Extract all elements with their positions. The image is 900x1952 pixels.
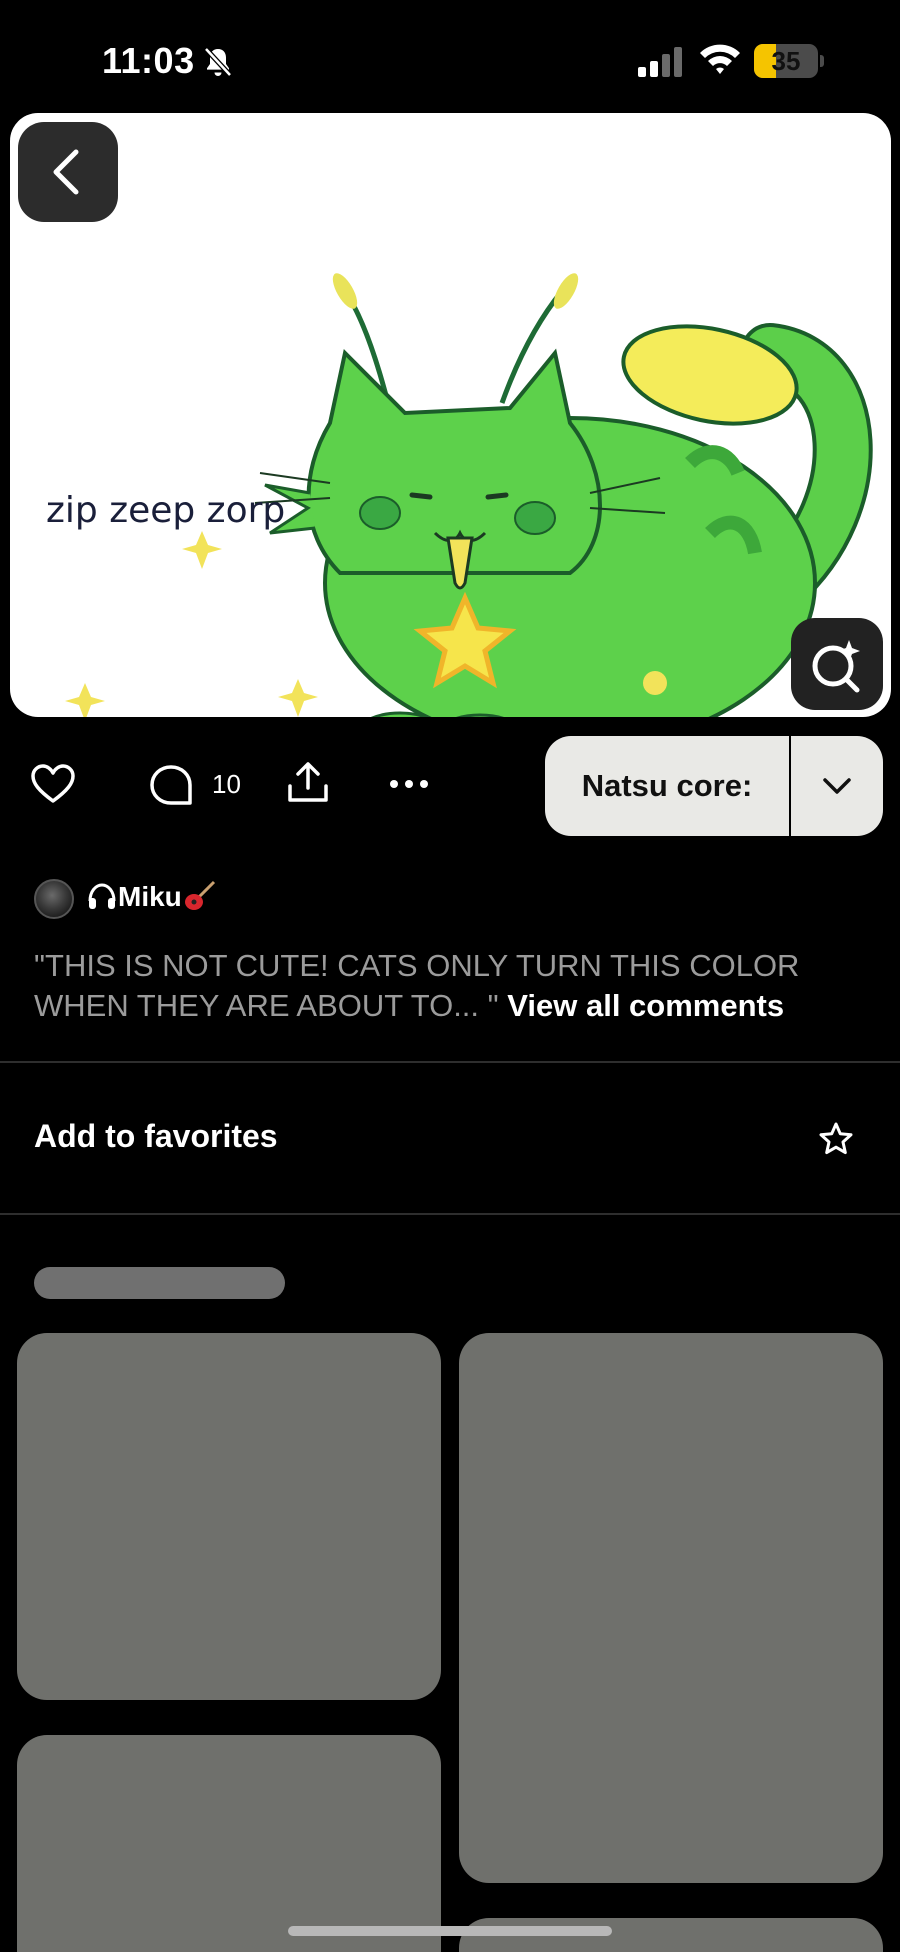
comment-count: 10 xyxy=(212,769,241,799)
battery-icon: 35 xyxy=(754,44,818,78)
add-to-favorites-label[interactable]: Add to favorites xyxy=(34,1118,278,1155)
share-icon[interactable] xyxy=(284,758,332,806)
star-outline-icon[interactable] xyxy=(818,1121,854,1157)
loading-card-placeholder xyxy=(459,1333,883,1883)
wifi-icon xyxy=(700,44,740,74)
view-all-comments-link[interactable]: View all comments xyxy=(507,988,784,1023)
visual-search-button[interactable] xyxy=(791,618,883,710)
green-cat-illustration xyxy=(65,273,873,717)
pin-image[interactable]: zip zeep zorp xyxy=(10,113,891,717)
status-time: 11:03 xyxy=(102,40,195,81)
divider xyxy=(0,1061,900,1063)
cellular-signal-icon xyxy=(638,47,682,77)
loading-title-placeholder xyxy=(34,1267,285,1299)
heart-icon[interactable] xyxy=(30,762,76,808)
more-options-icon[interactable] xyxy=(388,772,430,796)
back-button[interactable] xyxy=(18,122,118,222)
home-indicator[interactable] xyxy=(288,1926,612,1936)
comment-username[interactable]: Miku xyxy=(86,878,218,914)
chevron-left-icon xyxy=(53,149,79,195)
username-text: Miku xyxy=(118,881,182,912)
save-to-board-button[interactable]: Natsu core: xyxy=(545,736,789,836)
battery-percentage: 35 xyxy=(771,46,801,76)
bell-slash-icon xyxy=(204,47,232,77)
guitar-icon xyxy=(184,880,215,910)
image-caption: zip zeep zorp xyxy=(46,490,286,531)
board-dropdown-button[interactable] xyxy=(791,736,883,836)
headphones-icon xyxy=(88,883,116,909)
chevron-down-icon xyxy=(823,778,851,794)
loading-card-placeholder xyxy=(17,1333,441,1700)
comment-preview: "THIS IS NOT CUTE! CATS ONLY TURN THIS C… xyxy=(34,946,874,1026)
avatar[interactable] xyxy=(34,879,74,919)
loading-card-placeholder xyxy=(17,1735,441,1952)
battery-nub xyxy=(820,55,824,67)
status-bar: 11:03 35 xyxy=(0,0,900,112)
visual-search-sparkle-icon xyxy=(812,640,860,693)
comment-icon[interactable] xyxy=(148,762,194,808)
divider xyxy=(0,1213,900,1215)
